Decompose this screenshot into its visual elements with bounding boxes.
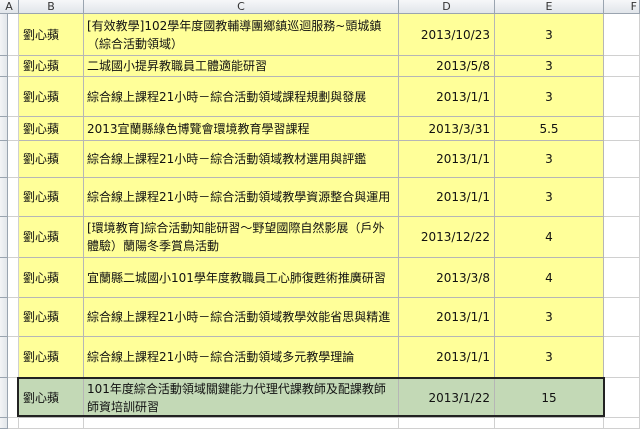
cell-f[interactable] bbox=[604, 378, 640, 418]
cell-a[interactable] bbox=[8, 56, 19, 77]
cell-title[interactable]: [環境教育]綜合活動知能研習～野望國際自然影展（戶外體驗）蘭陽冬季賞鳥活動 bbox=[84, 217, 399, 258]
cell-value[interactable]: 3 bbox=[495, 77, 604, 117]
column-header-b[interactable]: B bbox=[19, 0, 84, 14]
row-header[interactable] bbox=[0, 117, 8, 141]
row-header[interactable] bbox=[0, 56, 8, 77]
row-header[interactable] bbox=[0, 298, 8, 337]
cell-name[interactable]: 劉心蘋 bbox=[19, 258, 84, 298]
cell-title[interactable]: 綜合線上課程21小時－綜合活動領域教材選用與評鑑 bbox=[84, 141, 399, 178]
cell-name[interactable]: 劉心蘋 bbox=[19, 56, 84, 77]
cell-value[interactable]: 4 bbox=[495, 217, 604, 258]
cell-f[interactable] bbox=[604, 337, 640, 378]
cell-name[interactable]: 劉心蘋 bbox=[19, 298, 84, 337]
cell-value[interactable]: 15 bbox=[495, 378, 604, 418]
row-header[interactable] bbox=[0, 141, 8, 178]
empty-cell[interactable] bbox=[84, 418, 399, 429]
empty-cell[interactable] bbox=[19, 418, 84, 429]
cell-value[interactable]: 3 bbox=[495, 298, 604, 337]
cell-title[interactable]: 綜合線上課程21小時－綜合活動領域課程規劃與發展 bbox=[84, 77, 399, 117]
cell-a[interactable] bbox=[8, 14, 19, 56]
cell-date[interactable]: 2013/1/1 bbox=[399, 178, 495, 217]
cell-f[interactable] bbox=[604, 77, 640, 117]
cell-name[interactable]: 劉心蘋 bbox=[19, 77, 84, 117]
cell-a[interactable] bbox=[8, 77, 19, 117]
cell-date[interactable]: 2013/1/1 bbox=[399, 77, 495, 117]
cell-value[interactable]: 3 bbox=[495, 178, 604, 217]
cell-f[interactable] bbox=[604, 298, 640, 337]
cell-f[interactable] bbox=[604, 258, 640, 298]
cell-a[interactable] bbox=[8, 378, 19, 418]
row-header[interactable] bbox=[0, 258, 8, 298]
row-header[interactable] bbox=[0, 217, 8, 258]
empty-cell[interactable] bbox=[8, 418, 19, 429]
empty-cell[interactable] bbox=[495, 418, 604, 429]
row-header[interactable] bbox=[0, 337, 8, 378]
cell-date[interactable]: 2013/1/1 bbox=[399, 298, 495, 337]
cell-title[interactable]: 宜蘭縣二城國小101學年度教職員工心肺復甦術推廣研習 bbox=[84, 258, 399, 298]
empty-cell[interactable] bbox=[399, 418, 495, 429]
cell-f[interactable] bbox=[604, 56, 640, 77]
cell-name[interactable]: 劉心蘋 bbox=[19, 178, 84, 217]
cell-name[interactable]: 劉心蘋 bbox=[19, 217, 84, 258]
cell-f[interactable] bbox=[604, 117, 640, 141]
column-header-c[interactable]: C bbox=[84, 0, 399, 14]
cell-a[interactable] bbox=[8, 258, 19, 298]
cell-title[interactable]: 綜合線上課程21小時－綜合活動領域教學資源整合與運用 bbox=[84, 178, 399, 217]
cell-a[interactable] bbox=[8, 141, 19, 178]
cell-value[interactable]: 3 bbox=[495, 56, 604, 77]
row-header[interactable] bbox=[0, 178, 8, 217]
column-header-f[interactable]: F bbox=[604, 0, 640, 14]
cell-date[interactable]: 2013/1/1 bbox=[399, 337, 495, 378]
column-header-a[interactable]: A bbox=[0, 0, 19, 14]
cell-f[interactable] bbox=[604, 14, 640, 56]
cell-title[interactable]: 2013宜蘭縣綠色博覽會環境教育學習課程 bbox=[84, 117, 399, 141]
cell-date[interactable]: 2013/1/22 bbox=[399, 378, 495, 418]
cell-name[interactable]: 劉心蘋 bbox=[19, 378, 84, 418]
cell-title[interactable]: 二城國小提昇教職員工體適能研習 bbox=[84, 56, 399, 77]
cell-title[interactable]: [有效教學]102學年度國教輔導團鄉鎮巡迴服務~頭城鎮（綜合活動領域） bbox=[84, 14, 399, 56]
cell-a[interactable] bbox=[8, 337, 19, 378]
column-header-e[interactable]: E bbox=[495, 0, 604, 14]
cell-f[interactable] bbox=[604, 178, 640, 217]
cell-a[interactable] bbox=[8, 178, 19, 217]
cell-name[interactable]: 劉心蘋 bbox=[19, 14, 84, 56]
cell-name[interactable]: 劉心蘋 bbox=[19, 117, 84, 141]
row-header[interactable] bbox=[0, 418, 8, 429]
cell-title[interactable]: 101年度綜合活動領域關鍵能力代理代課教師及配課教師師資培訓研習 bbox=[84, 378, 399, 418]
cell-value[interactable]: 5.5 bbox=[495, 117, 604, 141]
spreadsheet: A B C D E F 劉心蘋 [有效教學]102學年度國教輔導團鄉鎮巡迴服務~頭… bbox=[0, 0, 640, 429]
cell-date[interactable]: 2013/10/23 bbox=[399, 14, 495, 56]
cell-date[interactable]: 2013/1/1 bbox=[399, 141, 495, 178]
cell-value[interactable]: 3 bbox=[495, 337, 604, 378]
cell-value[interactable]: 3 bbox=[495, 141, 604, 178]
row-header[interactable] bbox=[0, 77, 8, 117]
cell-name[interactable]: 劉心蘋 bbox=[19, 141, 84, 178]
column-header-d[interactable]: D bbox=[399, 0, 495, 14]
row-header[interactable] bbox=[0, 14, 8, 56]
cell-name[interactable]: 劉心蘋 bbox=[19, 337, 84, 378]
cell-title[interactable]: 綜合線上課程21小時－綜合活動領域教學效能省思與精進 bbox=[84, 298, 399, 337]
cell-value[interactable]: 4 bbox=[495, 258, 604, 298]
cell-a[interactable] bbox=[8, 117, 19, 141]
cell-date[interactable]: 2013/3/31 bbox=[399, 117, 495, 141]
cell-f[interactable] bbox=[604, 141, 640, 178]
row-header[interactable] bbox=[0, 378, 8, 418]
cell-date[interactable]: 2013/5/8 bbox=[399, 56, 495, 77]
cell-title[interactable]: 綜合線上課程21小時－綜合活動領域多元教學理論 bbox=[84, 337, 399, 378]
cell-a[interactable] bbox=[8, 217, 19, 258]
empty-cell[interactable] bbox=[604, 418, 640, 429]
cell-a[interactable] bbox=[8, 298, 19, 337]
cell-date[interactable]: 2013/12/22 bbox=[399, 217, 495, 258]
cell-f[interactable] bbox=[604, 217, 640, 258]
cell-value[interactable]: 3 bbox=[495, 14, 604, 56]
cell-date[interactable]: 2013/3/8 bbox=[399, 258, 495, 298]
